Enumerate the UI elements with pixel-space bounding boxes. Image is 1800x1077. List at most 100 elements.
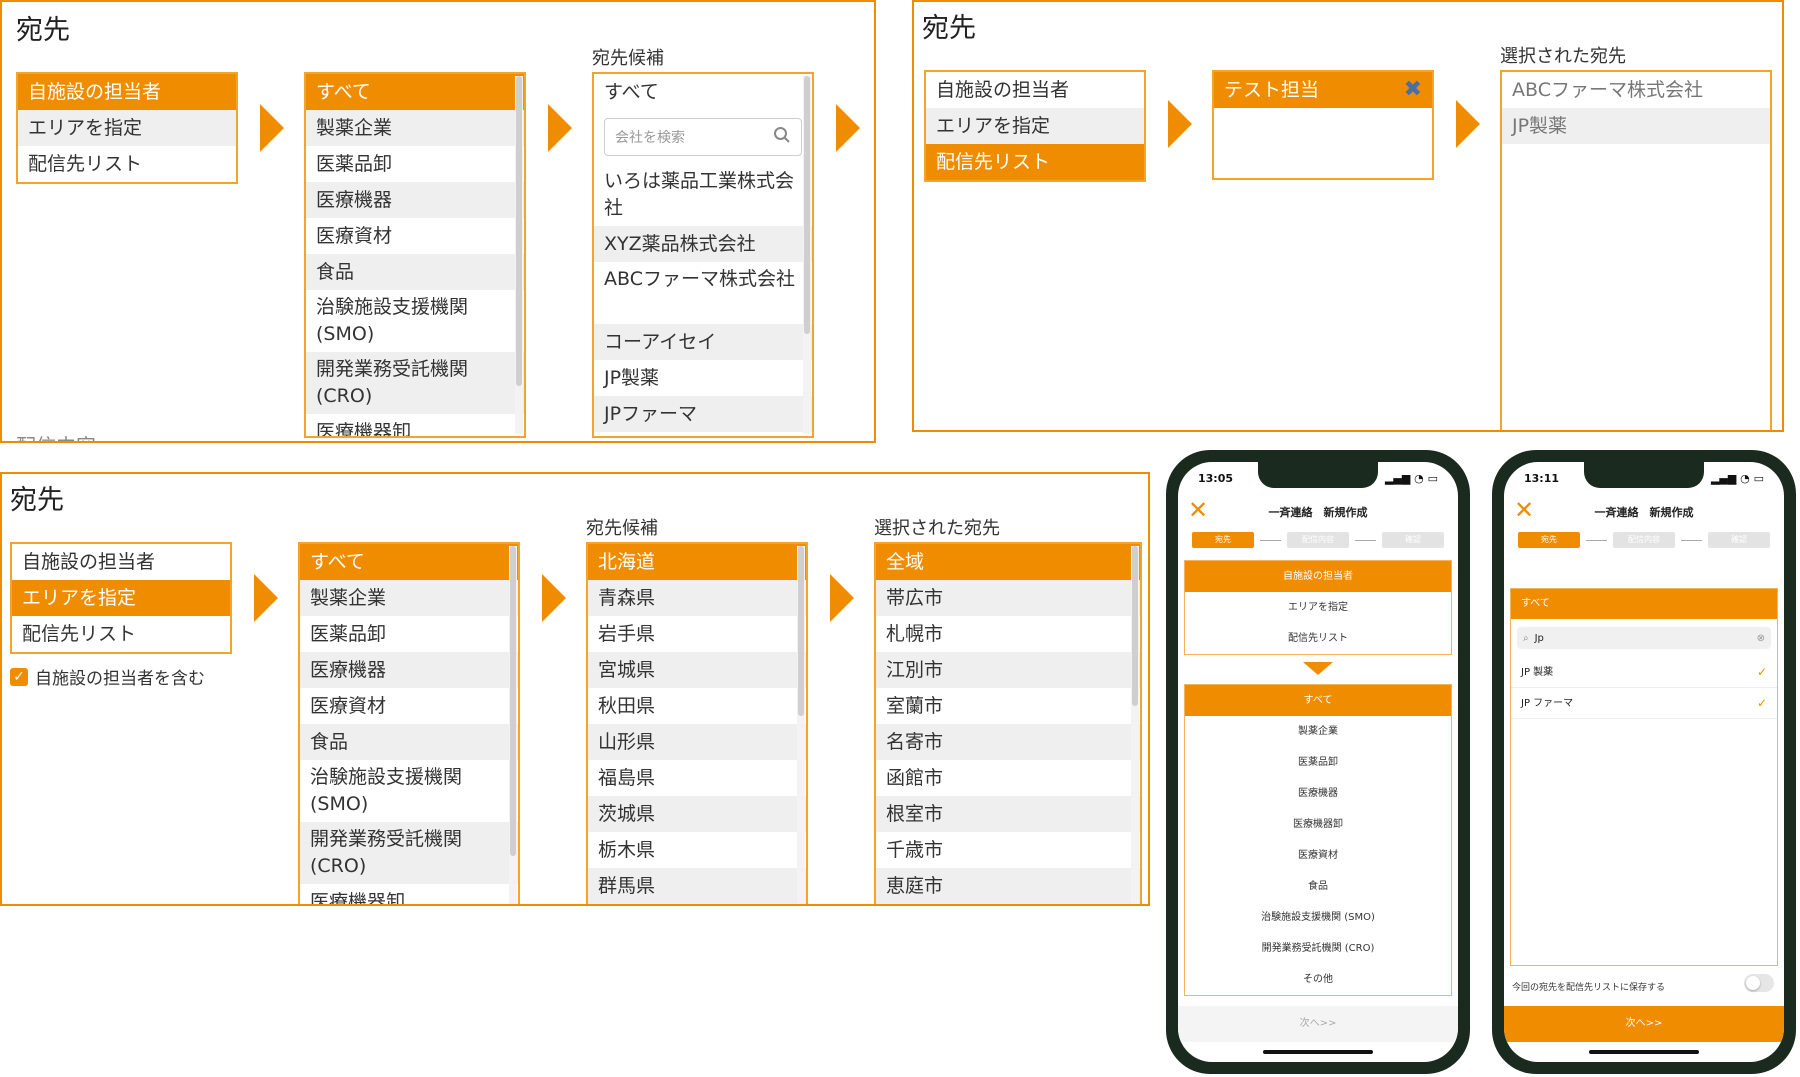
city-item[interactable]: 札幌市 <box>876 616 1140 652</box>
mobile-type-item[interactable]: 医療機器 <box>1185 778 1451 809</box>
prefecture-item[interactable]: 秋田県 <box>588 688 806 724</box>
search-result-item[interactable]: JP ファーマ ✓ <box>1511 688 1777 719</box>
category-distribution-list[interactable]: 配信先リスト <box>926 144 1144 180</box>
candidates-title: 宛先候補 <box>586 518 658 539</box>
company-search-input[interactable]: 会社を検索 <box>604 118 802 156</box>
type-cro[interactable]: 開発業務受託機関(CRO) <box>300 822 518 884</box>
candidate-item[interactable]: XYZ薬品株式会社 <box>594 226 812 262</box>
mobile-type-item[interactable]: 医療資材 <box>1185 840 1451 871</box>
selected-item[interactable]: JP製薬 <box>1502 108 1770 144</box>
panel-title: 宛先 <box>16 15 70 46</box>
prefecture-item[interactable]: 群馬県 <box>588 868 806 904</box>
include-own-staff-checkbox[interactable]: ✓ 自施設の担当者を含む <box>10 664 205 689</box>
result-label: JP 製薬 <box>1521 667 1554 678</box>
candidate-all[interactable]: すべて <box>594 74 812 110</box>
city-item[interactable]: 江別市 <box>876 652 1140 688</box>
city-item[interactable]: 根室市 <box>876 796 1140 832</box>
type-medical-supplies[interactable]: 医療資材 <box>306 218 524 254</box>
scrollbar[interactable] <box>797 546 805 904</box>
result-label: JP ファーマ <box>1521 698 1574 709</box>
scrollbar[interactable] <box>803 76 811 434</box>
mobile-type-item[interactable]: 製薬企業 <box>1185 716 1451 747</box>
type-pharma[interactable]: 製薬企業 <box>306 110 524 146</box>
city-item[interactable]: 函館市 <box>876 760 1140 796</box>
mobile-category-area[interactable]: エリアを指定 <box>1185 592 1451 623</box>
step-indicator: 宛先 配信内容 確認 <box>1518 532 1770 548</box>
checkbox-checked-icon[interactable]: ✓ <box>10 667 28 686</box>
type-all[interactable]: すべて <box>306 74 524 110</box>
type-smo[interactable]: 治験施設支援機関(SMO) <box>306 290 524 352</box>
prefecture-item[interactable]: 山形県 <box>588 724 806 760</box>
next-arrow-icon <box>1456 100 1480 148</box>
search-result-item[interactable]: JP 製薬 ✓ <box>1511 657 1777 688</box>
scrollbar[interactable] <box>1131 546 1139 904</box>
candidates-title: 宛先候補 <box>592 48 664 69</box>
type-device-wholesaler[interactable]: 医療機器卸 <box>306 414 524 436</box>
clear-icon[interactable]: ⊗ <box>1757 633 1765 644</box>
mobile-type-item[interactable]: 医薬品卸 <box>1185 747 1451 778</box>
type-medical-device[interactable]: 医療機器 <box>300 652 518 688</box>
city-item[interactable]: 室蘭市 <box>876 688 1140 724</box>
city-item[interactable]: 全域 <box>876 544 1140 580</box>
prefecture-item[interactable]: 岩手県 <box>588 616 806 652</box>
distribution-list-item[interactable]: テスト担当 ✖ <box>1214 72 1432 108</box>
distribution-list-name: テスト担当 <box>1224 79 1320 101</box>
type-wholesaler[interactable]: 医薬品卸 <box>306 146 524 182</box>
prefecture-item[interactable]: 北海道 <box>588 544 806 580</box>
search-icon[interactable] <box>773 126 791 148</box>
candidate-item[interactable]: JPファーマ <box>594 396 812 432</box>
category-area[interactable]: エリアを指定 <box>12 580 230 616</box>
selected-item[interactable]: ABCファーマ株式会社 <box>1502 72 1770 108</box>
mobile-type-item[interactable]: その他 <box>1185 964 1451 995</box>
category-own-staff[interactable]: 自施設の担当者 <box>18 74 236 110</box>
type-smo[interactable]: 治験施設支援機関(SMO) <box>300 760 518 822</box>
candidate-item[interactable]: コーアイセイ <box>594 324 812 360</box>
mobile-category-own-staff[interactable]: 自施設の担当者 <box>1185 561 1451 592</box>
type-food[interactable]: 食品 <box>306 254 524 290</box>
next-button[interactable]: 次へ>> <box>1504 1006 1784 1042</box>
next-button[interactable]: 次へ>> <box>1178 1006 1458 1042</box>
prefecture-item[interactable]: 宮城県 <box>588 652 806 688</box>
prefecture-item[interactable]: 栃木県 <box>588 832 806 868</box>
prefecture-item[interactable]: 青森県 <box>588 580 806 616</box>
prefecture-item[interactable]: 茨城県 <box>588 796 806 832</box>
scrollbar[interactable] <box>509 546 517 904</box>
scrollbar[interactable] <box>515 76 523 434</box>
mobile-category-distribution-list[interactable]: 配信先リスト <box>1185 623 1451 654</box>
prefecture-item[interactable]: 福島県 <box>588 760 806 796</box>
type-medical-supplies[interactable]: 医療資材 <box>300 688 518 724</box>
candidate-item[interactable]: JP製薬 <box>594 360 812 396</box>
category-distribution-list[interactable]: 配信先リスト <box>18 146 236 182</box>
type-medical-device[interactable]: 医療機器 <box>306 182 524 218</box>
city-item[interactable]: 帯広市 <box>876 580 1140 616</box>
city-item[interactable]: 千歳市 <box>876 832 1140 868</box>
category-area[interactable]: エリアを指定 <box>18 110 236 146</box>
home-indicator <box>1589 1050 1699 1054</box>
mobile-type-item[interactable]: 治験施設支援機関 (SMO) <box>1185 902 1451 933</box>
type-cro[interactable]: 開発業務受託機関(CRO) <box>306 352 524 414</box>
mobile-type-item[interactable]: 食品 <box>1185 871 1451 902</box>
mobile-search-input[interactable]: ⌕ Jp ⊗ <box>1517 627 1771 649</box>
close-icon[interactable]: ✖ <box>1404 72 1422 108</box>
mobile-type-item[interactable]: 開発業務受託機関 (CRO) <box>1185 933 1451 964</box>
mobile-all-item[interactable]: すべて <box>1511 589 1777 619</box>
category-area[interactable]: エリアを指定 <box>926 108 1144 144</box>
mobile-type-item[interactable]: 医療機器卸 <box>1185 809 1451 840</box>
mobile-type-item[interactable]: すべて <box>1185 685 1451 716</box>
type-food[interactable]: 食品 <box>300 724 518 760</box>
type-wholesaler[interactable]: 医薬品卸 <box>300 616 518 652</box>
next-section-label: 配信内容 <box>16 430 96 441</box>
save-list-toggle[interactable] <box>1744 974 1774 992</box>
city-item[interactable]: 恵庭市 <box>876 868 1140 904</box>
category-own-staff[interactable]: 自施設の担当者 <box>12 544 230 580</box>
type-device-wholesaler[interactable]: 医療機器卸 <box>300 884 518 904</box>
candidate-item[interactable]: いろは薬品工業株式会社 <box>594 164 812 226</box>
type-pharma[interactable]: 製薬企業 <box>300 580 518 616</box>
step-destination: 宛先 <box>1518 532 1580 548</box>
category-own-staff[interactable]: 自施設の担当者 <box>926 72 1144 108</box>
candidate-item[interactable]: ABCファーマ株式会社 <box>594 262 812 324</box>
app-header-title: 一斉連絡 新規作成 <box>1594 506 1694 519</box>
type-all[interactable]: すべて <box>300 544 518 580</box>
category-distribution-list[interactable]: 配信先リスト <box>12 616 230 652</box>
city-item[interactable]: 名寄市 <box>876 724 1140 760</box>
